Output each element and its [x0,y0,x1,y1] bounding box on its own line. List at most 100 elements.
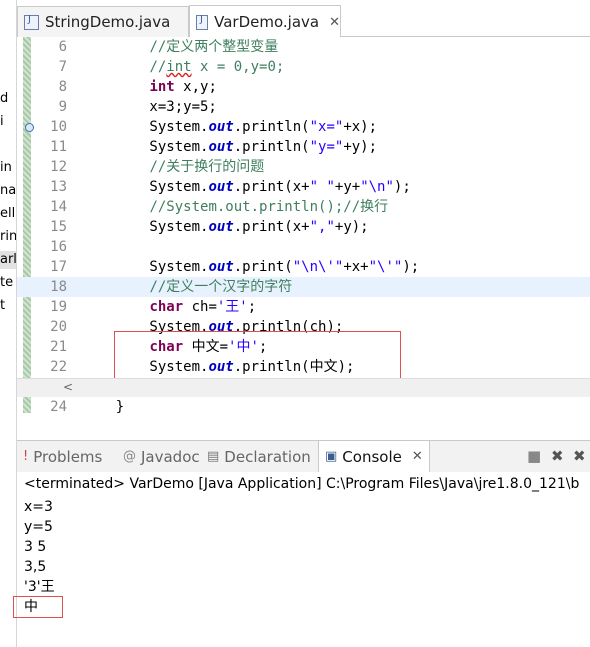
code-line[interactable]: 24 } [17,397,590,417]
tab-declaration[interactable]: ▤ Declaration [207,441,311,472]
code-line[interactable]: 15 System.out.print(x+","+y); [17,217,590,237]
code-token: System. [82,179,209,195]
code-text: //int x = 0,y=0; [82,57,284,77]
line-number: 17 [50,259,67,275]
code-token: '王' [216,299,248,315]
code-token: x,y; [174,79,217,95]
terminate-icon[interactable]: ■ [527,447,541,465]
remove-launch-icon[interactable]: ✖ [551,447,564,465]
code-line[interactable]: 8 int x,y; [17,77,590,97]
code-text: x=3;y=5; [82,97,217,117]
code-line[interactable]: 17 System.out.print("\n\'"+x+"\'"); [17,257,590,277]
code-line[interactable]: 7 //int x = 0,y=0; [17,57,590,77]
editor-tab-bar: StringDemo.java VarDemo.java ✕ [17,0,590,38]
package-explorer-item[interactable]: rin [0,228,16,246]
code-text: System.out.println("x="+x); [82,117,377,137]
package-explorer-item[interactable]: ell [0,205,15,223]
code-line[interactable]: 13 System.out.print(x+" "+y+"\n"); [17,177,590,197]
javadoc-icon: @ [123,449,136,464]
tab-problems[interactable]: ! Problems [23,441,102,472]
close-icon[interactable]: ✕ [412,449,423,464]
tab-label: Console [342,447,402,466]
code-line[interactable]: 9 x=3;y=5; [17,97,590,117]
tab-label: Declaration [224,447,311,466]
package-explorer-strip: d i in na ell rin arl te t [0,0,17,647]
code-token: out [208,139,234,155]
console-header: <terminated> VarDemo [Java Application] … [24,476,580,492]
console-line: 3 5 [24,539,47,555]
code-token: out [208,219,234,235]
tab-vardemo[interactable]: VarDemo.java ✕ [189,5,341,38]
code-line[interactable]: 11 System.out.println("y="+y); [17,137,590,157]
code-line[interactable]: 12 //关于换行的问题 [17,157,590,177]
code-token: //System.out.println();//换行 [149,199,389,215]
horizontal-scrollbar[interactable]: < [17,378,590,397]
code-token: .print( [233,259,293,275]
line-number: 12 [50,159,67,175]
code-line[interactable]: 18 //定义一个汉字的字符 [17,277,590,297]
line-number: 8 [58,79,67,95]
close-icon[interactable]: ✕ [329,15,340,30]
code-text: //System.out.println();//换行 [82,197,388,217]
code-token: "\'" [368,259,403,275]
package-explorer-item[interactable]: in [0,159,12,177]
code-text: char ch='王'; [82,297,256,317]
package-explorer-item[interactable]: arl [0,251,16,269]
code-line[interactable]: 6 //定义两个整型变量 [17,37,590,57]
tab-label: StringDemo.java [45,13,171,31]
line-number: 15 [50,219,67,235]
code-token: .println( [233,119,310,135]
package-explorer-item[interactable]: d [0,90,8,108]
code-token: " " [309,179,335,195]
code-token: ); [402,259,420,275]
code-token: "y=" [309,139,344,155]
code-token: .println( [233,139,310,155]
code-token: +x); [343,119,378,135]
package-explorer-item[interactable]: i [0,113,4,131]
code-token: +y); [334,219,369,235]
code-line[interactable]: 10 System.out.println("x="+x); [17,117,590,137]
code-editor[interactable]: 6 //定义两个整型变量 7 //int x = 0,y=0; 8 int x,y;… [17,37,590,437]
console-line: '3'王 [24,579,55,595]
scroll-left-icon[interactable]: < [63,380,73,394]
line-number: 20 [50,319,67,335]
code-text: int x,y; [82,77,217,97]
line-number: 16 [50,239,67,255]
code-token: } [82,399,125,415]
declaration-icon: ▤ [207,449,220,464]
line-number: 13 [50,179,67,195]
code-line[interactable]: 19 char ch='王'; [17,297,590,317]
code-token: int [149,79,175,95]
code-text: } [82,397,124,417]
console-line: y=5 [24,519,53,535]
package-explorer-item[interactable]: t [0,297,5,315]
tab-console[interactable]: ▣ Console ✕ [318,441,430,472]
package-explorer-item[interactable]: te [0,274,13,292]
line-number: 19 [50,299,67,315]
code-token: out [208,179,234,195]
remove-all-icon[interactable]: ✖ [573,447,586,465]
code-text: //定义一个汉字的字符 [82,277,292,297]
package-explorer-item[interactable]: na [0,182,16,200]
code-token: x=3;y=5; [82,99,217,115]
code-line[interactable]: 14 //System.out.println();//换行 [17,197,590,217]
java-file-icon [24,14,39,30]
line-number: 22 [50,359,67,375]
code-text: //定义两个整型变量 [82,37,278,57]
console-output[interactable]: <terminated> VarDemo [Java Application] … [13,472,590,647]
tab-label: VarDemo.java [214,13,320,31]
code-token: char [149,299,184,315]
tab-javadoc[interactable]: @ Javadoc [123,441,200,472]
code-token: System. [82,219,209,235]
code-token: // [149,59,167,75]
line-number: 24 [50,399,67,415]
line-number: 11 [50,139,67,155]
code-token: "\n" [360,179,394,195]
code-line[interactable]: 16 [17,237,590,257]
tab-stringdemo[interactable]: StringDemo.java [17,6,189,37]
